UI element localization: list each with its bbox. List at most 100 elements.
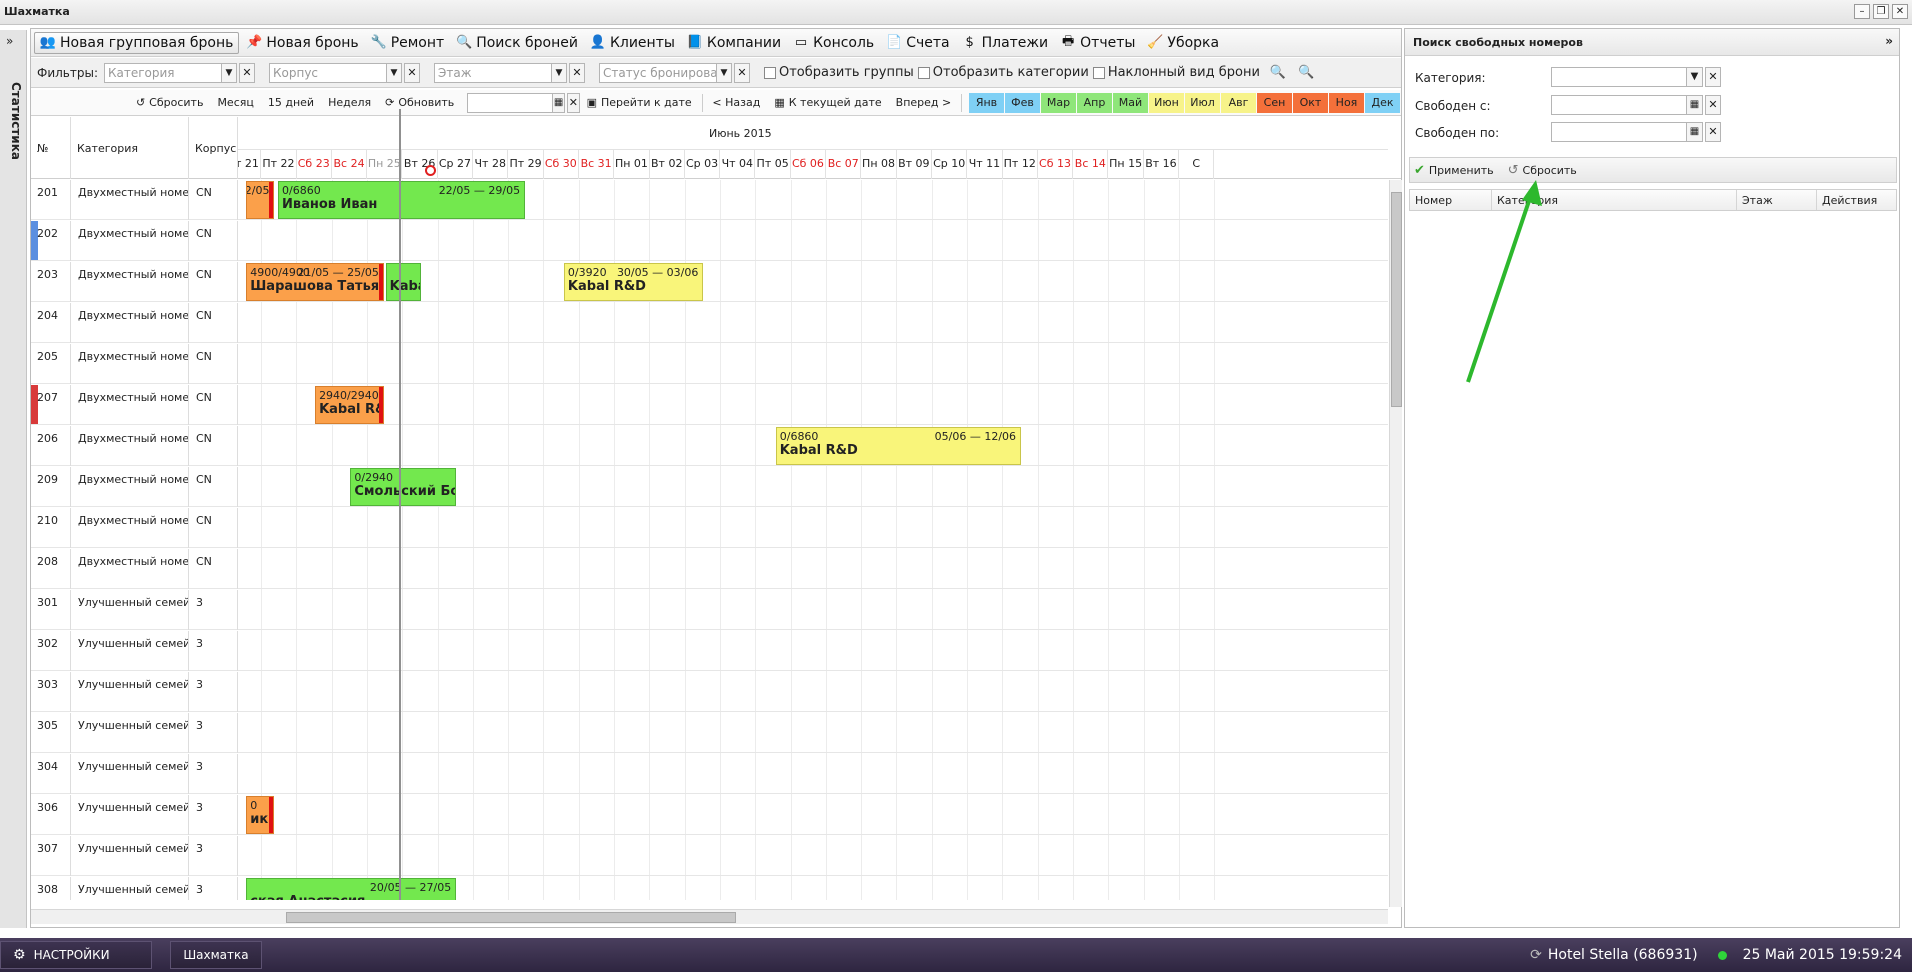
booking-block[interactable]: 0ик Д [246,796,275,834]
chevron-down-icon[interactable]: ▼ [387,62,402,83]
close-icon[interactable]: ✕ [1892,4,1908,19]
toolbar-button-9[interactable]: 🖶 Отчеты [1055,32,1140,54]
room-row[interactable]: 203 Двухместный номе... CN [31,262,1388,302]
toolbar-button-10[interactable]: 🧹 Уборка [1142,32,1224,54]
toolbar-button-1[interactable]: 📌 Новая бронь [241,32,363,54]
zoom-out-icon[interactable]: 🔍 [1298,65,1314,80]
statistics-side-tab[interactable]: » Статистика [0,30,27,928]
clear-icon[interactable]: ✕ [1705,95,1721,115]
booking-block[interactable]: 2940/2940Kabal R&D [315,386,384,424]
expand-icon[interactable]: » [6,34,13,48]
apply-button[interactable]: ✔ Применить [1414,163,1494,178]
month-view-button[interactable]: Месяц [210,96,260,109]
collapse-icon[interactable]: » [1885,34,1893,48]
month-button[interactable]: Май [1112,92,1148,113]
free-to-input[interactable] [1551,122,1687,142]
toolbar-button-0[interactable]: 👥 Новая групповая бронь [34,31,240,54]
clear-icon[interactable]: ✕ [239,62,255,83]
room-row[interactable]: 304 Улучшенный семей... 3 [31,754,1388,794]
room-row[interactable]: 209 Двухместный номе... CN [31,467,1388,507]
toolbar-button-3[interactable]: 🔍 Поиск броней [451,32,583,54]
month-button[interactable]: Апр [1076,92,1112,113]
room-row[interactable]: 201 Двухместный номе... CN [31,180,1388,220]
clear-icon[interactable]: ✕ [734,62,750,83]
room-row[interactable]: 306 Улучшенный семей... 3 [31,795,1388,835]
room-row[interactable]: 204 Двухместный номе... CN [31,303,1388,343]
room-row[interactable]: 206 Двухместный номе... CN [31,426,1388,466]
calendar-icon[interactable]: ▦ [1687,122,1703,142]
month-button[interactable]: Сен [1256,92,1292,113]
category-select[interactable] [1551,67,1687,87]
booking-block[interactable]: 22/05 [246,181,275,219]
forward-button[interactable]: Вперед > [889,96,959,109]
month-button[interactable]: Янв [968,92,1004,113]
hotel-name[interactable]: Hotel Stella (686931) [1548,947,1698,963]
toolbar-button-7[interactable]: 📄 Счета [881,32,954,54]
goto-date-button[interactable]: ▣ Перейти к дате [580,96,699,109]
category-filter[interactable]: Категория ▼ ✕ [104,62,255,83]
booking-block[interactable]: 0/2940Смольский Борис [350,468,457,506]
category-filter-input[interactable]: Категория [104,62,222,83]
booking-block[interactable]: 0/6860 22/05 — 29/05 Иванов Иван [278,181,526,219]
floor-filter-input[interactable]: Этаж [434,62,552,83]
room-row[interactable]: 307 Улучшенный семей... 3 [31,836,1388,876]
room-row[interactable]: 208 Двухместный номе... CN [31,549,1388,589]
booking-block[interactable]: 0/6860 05/06 — 12/06 Kabal R&D [775,427,1022,465]
vertical-scrollbar[interactable] [1389,180,1402,907]
calendar-icon[interactable]: ▦ [1687,95,1703,115]
month-button[interactable]: Фев [1004,92,1040,113]
month-button[interactable]: Ноя [1328,92,1364,113]
room-row[interactable]: 302 Улучшенный семей... 3 [31,631,1388,671]
room-row[interactable]: 210 Двухместный номе... CN [31,508,1388,548]
clear-icon[interactable]: ✕ [569,62,585,83]
status-filter-input[interactable]: Статус бронирован [599,62,717,83]
month-button[interactable]: Дек [1364,92,1400,113]
toolbar-button-4[interactable]: 👤 Клиенты [585,32,680,54]
reset-button[interactable]: ↺ Сбросить [1508,163,1577,178]
tilted-view-checkbox[interactable]: Наклонный вид брони [1092,65,1260,80]
month-button[interactable]: Июн [1148,92,1184,113]
chevron-down-icon[interactable]: ▼ [222,62,237,83]
calendar-icon[interactable]: ▦ [553,92,566,113]
zoom-in-icon[interactable]: 🔍 [1270,65,1286,80]
15-days-view-button[interactable]: 15 дней [261,96,321,109]
back-button[interactable]: < Назад [705,96,767,109]
room-row[interactable]: 305 Улучшенный семей... 3 [31,713,1388,753]
refresh-button[interactable]: ⟳ Обновить [378,96,461,109]
week-view-button[interactable]: Неделя [321,96,378,109]
left-scrollbar[interactable] [31,909,238,924]
show-categories-checkbox[interactable]: Отобразить категории [917,65,1089,80]
toolbar-button-2[interactable]: 🔧 Ремонт [366,32,450,54]
free-from-input[interactable] [1551,95,1687,115]
current-date-button[interactable]: ▦ К текущей дате [767,96,888,109]
clear-icon[interactable]: ✕ [1705,67,1721,87]
building-filter[interactable]: Корпус ▼ ✕ [269,62,420,83]
room-row[interactable]: 308 Улучшенный семей... 3 [31,877,1388,900]
show-groups-checkbox[interactable]: Отобразить группы [764,65,914,80]
room-row[interactable]: 207 Двухместный номе... CN [31,385,1388,425]
chevron-down-icon[interactable]: ▼ [1687,67,1703,87]
settings-button[interactable]: ⚙ НАСТРОЙКИ [0,941,152,969]
booking-block[interactable]: 4900/4900 21/05 — 25/05 Шарашова Татьяна [246,263,384,301]
chevron-down-icon[interactable]: ▼ [552,62,567,83]
restore-icon[interactable]: ❐ [1873,4,1889,19]
chevron-down-icon[interactable]: ▼ [717,62,732,83]
clear-icon[interactable]: ✕ [404,62,420,83]
building-filter-input[interactable]: Корпус [269,62,387,83]
toolbar-button-8[interactable]: $ Платежи [957,32,1054,54]
clear-icon[interactable]: ✕ [1705,122,1721,142]
month-button[interactable]: Окт [1292,92,1328,113]
month-button[interactable]: Мар [1040,92,1076,113]
room-row[interactable]: 205 Двухместный номе... CN [31,344,1388,384]
goto-date-input[interactable] [467,92,554,113]
horizontal-scrollbar[interactable] [238,909,1388,924]
toolbar-button-5[interactable]: 📘 Компании [682,32,786,54]
room-row[interactable]: 303 Улучшенный семей... 3 [31,672,1388,712]
reset-view-button[interactable]: ↺ Сбросить [129,96,210,109]
booking-block[interactable]: Kabal [385,263,421,301]
month-button[interactable]: Июл [1184,92,1220,113]
booking-block[interactable]: 20/05 — 27/05 ская Анастасия [246,878,457,900]
month-button[interactable]: Авг [1220,92,1256,113]
room-row[interactable]: 301 Улучшенный семей... 3 [31,590,1388,630]
floor-filter[interactable]: Этаж ▼ ✕ [434,62,585,83]
